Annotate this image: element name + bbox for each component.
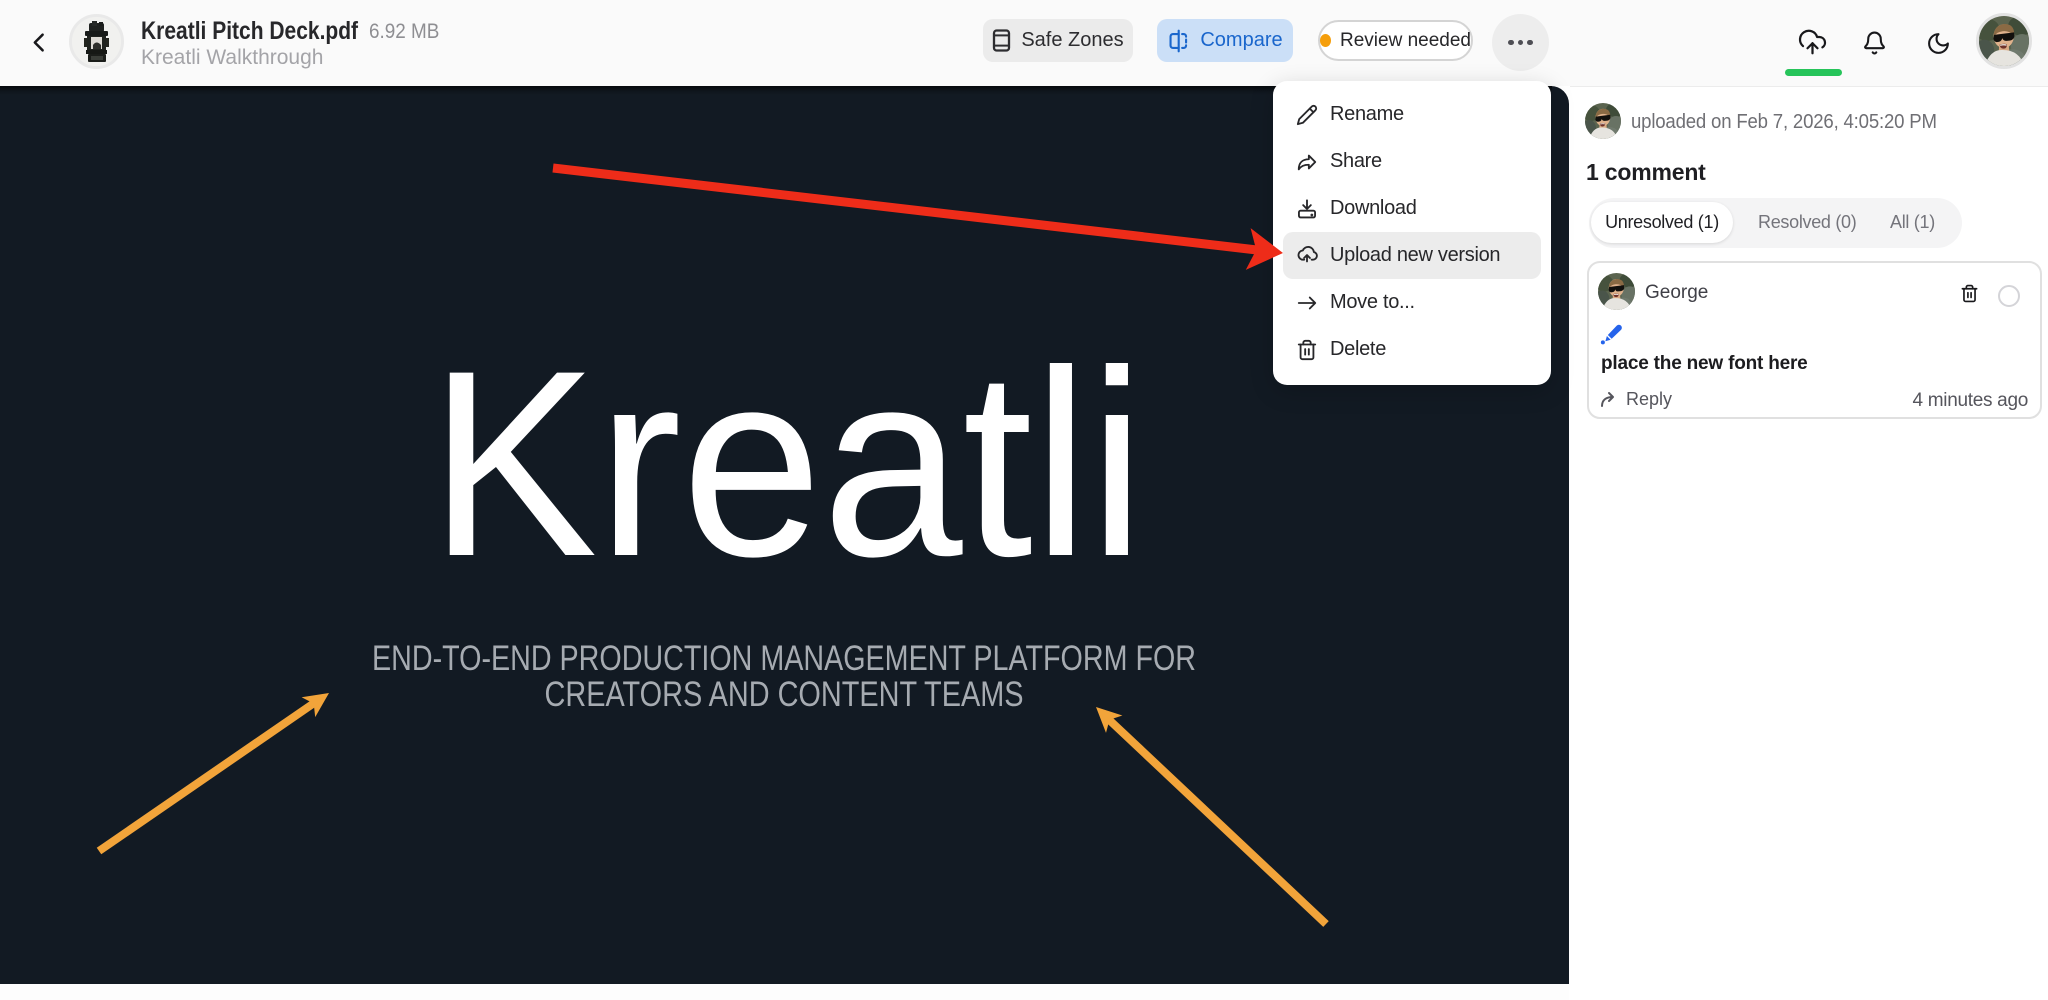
svg-text:CREATORS AND CONTENT TEAMS: CREATORS AND CONTENT TEAMS: [545, 675, 1024, 714]
svg-text:END-TO-END PRODUCTION MANAGEME: END-TO-END PRODUCTION MANAGEMENT PLATFOR…: [372, 639, 1196, 678]
svg-text:Kreatli: Kreatli: [429, 316, 1145, 612]
